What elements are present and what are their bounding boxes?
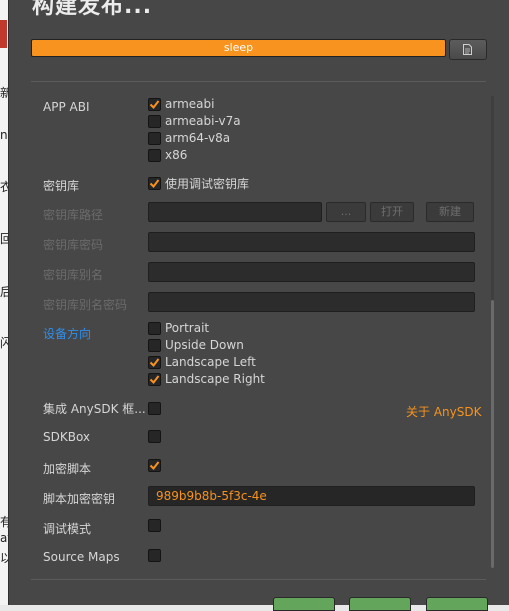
check-icon	[149, 357, 160, 367]
divider	[31, 81, 486, 82]
debug-mode-label: 调试模式	[43, 522, 92, 536]
check-icon	[149, 179, 160, 189]
option-label: armeabi	[165, 97, 215, 111]
checkbox-checked[interactable]	[148, 177, 161, 190]
encrypt-script-label: 加密脚本	[43, 462, 92, 476]
background-text: n	[0, 128, 8, 142]
keystore-alias-label: 密钥库别名	[43, 268, 104, 282]
checkbox[interactable]	[148, 430, 161, 443]
checkbox[interactable]	[148, 148, 161, 162]
sdkbox-checkbox[interactable]	[148, 430, 165, 443]
abi-option-arm64-v8a[interactable]: arm64-v8a	[148, 131, 230, 145]
checkbox[interactable]	[148, 402, 161, 415]
script-key-label: 脚本加密密钥	[43, 492, 116, 506]
new-keystore-button[interactable]: 新建	[426, 202, 474, 222]
checkbox-checked[interactable]	[148, 372, 161, 386]
checkbox[interactable]	[148, 519, 161, 532]
checkbox[interactable]	[148, 321, 161, 335]
option-label: Landscape Left	[165, 355, 256, 369]
divider	[31, 579, 486, 580]
background-red-element	[0, 20, 7, 48]
checkbox-checked[interactable]	[148, 459, 161, 472]
alias-password-label: 密钥库别名密码	[43, 298, 128, 312]
checkbox[interactable]	[148, 131, 161, 145]
about-anysdk-link[interactable]: 关于 AnySDK	[406, 403, 481, 420]
option-label: Portrait	[165, 321, 210, 335]
dialog-title: 构建发布...	[32, 0, 153, 19]
keystore-path-input[interactable]	[148, 202, 322, 222]
option-label: Upside Down	[165, 338, 244, 352]
anysdk-label: 集成 AnySDK 框...	[43, 402, 146, 416]
open-log-button[interactable]	[449, 39, 487, 60]
source-maps-checkbox[interactable]	[148, 549, 165, 562]
check-icon	[149, 374, 160, 384]
run-button[interactable]	[426, 597, 488, 611]
orientation-option-portrait[interactable]: Portrait	[148, 321, 209, 335]
orientation-option-landscape-left[interactable]: Landscape Left	[148, 355, 256, 369]
keystore-label: 密钥库	[43, 179, 80, 193]
checkbox-checked[interactable]	[148, 97, 161, 111]
use-debug-keystore-option[interactable]: 使用调试密钥库	[148, 175, 249, 192]
abi-option-armeabi-v7a[interactable]: armeabi-v7a	[148, 114, 241, 128]
keystore-path-label: 密钥库路径	[43, 208, 104, 222]
alias-password-input[interactable]	[148, 292, 475, 312]
checkbox[interactable]	[148, 114, 161, 128]
scrollbar-thumb[interactable]	[491, 300, 494, 568]
script-key-input[interactable]: 989b9b8b-5f3c-4e	[148, 486, 475, 506]
anysdk-checkbox[interactable]	[148, 402, 165, 415]
browse-button[interactable]: ...	[326, 202, 366, 222]
orientation-option-landscape-right[interactable]: Landscape Right	[148, 372, 265, 386]
source-maps-label: Source Maps	[43, 550, 120, 564]
document-icon	[463, 44, 472, 55]
abi-option-x86[interactable]: x86	[148, 148, 187, 162]
build-dialog: 构建发布... sleep APP ABI armeabi armeabi-v7…	[8, 0, 509, 611]
open-button[interactable]: 打开	[370, 202, 414, 222]
option-label: x86	[165, 148, 188, 162]
keystore-password-input[interactable]	[148, 232, 475, 252]
checkbox-checked[interactable]	[148, 355, 161, 369]
option-label: 使用调试密钥库	[165, 177, 250, 191]
debug-mode-checkbox[interactable]	[148, 519, 165, 532]
compile-button[interactable]	[349, 597, 411, 611]
build-progress-bar: sleep	[31, 39, 446, 57]
checkbox[interactable]	[148, 549, 161, 562]
orientation-option-upside-down[interactable]: Upside Down	[148, 338, 244, 352]
keystore-password-label: 密钥库密码	[43, 238, 104, 252]
app-abi-label: APP ABI	[43, 100, 90, 114]
sdkbox-label: SDKBox	[43, 430, 91, 444]
checkbox[interactable]	[148, 338, 161, 352]
orientation-label[interactable]: 设备方向	[43, 325, 91, 342]
encrypt-script-checkbox[interactable]	[148, 459, 165, 472]
keystore-alias-input[interactable]	[148, 262, 475, 282]
option-label: armeabi-v7a	[165, 114, 241, 128]
option-label: arm64-v8a	[165, 131, 231, 145]
abi-option-armeabi[interactable]: armeabi	[148, 97, 214, 111]
option-label: Landscape Right	[165, 372, 265, 386]
build-button[interactable]	[273, 597, 335, 611]
check-icon	[149, 99, 160, 109]
check-icon	[149, 461, 160, 471]
